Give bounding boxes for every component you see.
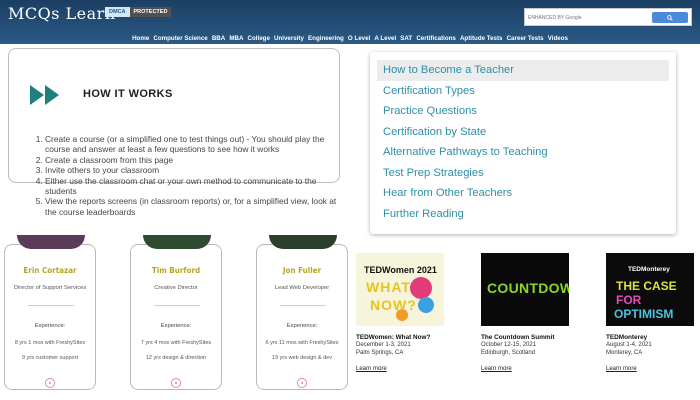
nav-university[interactable]: University [274,35,304,42]
nav-career-tests[interactable]: Career Tests [507,35,544,42]
fast-forward-icon [30,85,59,105]
nav-engineering[interactable]: Engineering [308,35,344,42]
protected-label: PROTECTED [129,7,172,17]
event-card: TEDWomen 2021 WHAT NOW? TEDWomen: What N… [356,253,446,375]
info-toggle[interactable] [45,378,55,388]
avatar [269,235,337,249]
team-role: Lead Web Developer [274,285,330,291]
teacher-menu: How to Become a Teacher Certification Ty… [370,52,676,234]
info-toggle[interactable] [297,378,307,388]
decoration [418,297,434,313]
menu-item-certification-by-state[interactable]: Certification by State [377,122,669,143]
experience-line: 19 yrs web design & dev [272,355,332,361]
learn-more-link[interactable]: Learn more [606,366,637,372]
event-title: The Countdown Summit [481,334,555,341]
event-card: COUNTDOWN The Countdown Summit October 1… [481,253,571,375]
event-image[interactable]: COUNTDOWN [481,253,569,326]
experience-line: 7 yrs 4 mos with FreshySites [140,340,212,346]
event-location: Palm Springs, CA [356,350,404,356]
nav-home[interactable]: Home [132,35,149,42]
learn-more-link[interactable]: Learn more [356,366,387,372]
nav-mba[interactable]: MBA [229,35,243,42]
event-dates: December 1-3, 2021 [356,342,411,348]
experience-line: 12 yrs design & direction [145,355,207,361]
step-item: Invite others to your classroom [45,165,350,175]
event-image-text: OPTIMISM [614,307,674,321]
nav-bba[interactable]: BBA [212,35,225,42]
team-role: Director of Support Services [13,285,87,291]
avatar [143,235,211,249]
nav-computer-science[interactable]: Computer Science [153,35,207,42]
menu-item-become-teacher[interactable]: How to Become a Teacher [377,60,669,81]
event-location: Monterey, CA [606,350,643,356]
divider [280,305,326,306]
avatar [17,235,85,249]
experience-line: 8 yrs 1 mos with FreshySites [14,340,86,346]
menu-item-alternative-pathways[interactable]: Alternative Pathways to Teaching [377,142,669,163]
search-box [524,8,692,26]
team-name: Erin Cortazar [23,266,77,275]
experience-label: Experience: [286,323,318,329]
dmca-badge[interactable]: DMCA PROTECTED [105,7,172,17]
step-item: Either use the classroom chat or your ow… [45,176,350,197]
event-image-text: NOW? [370,297,417,313]
nav-aptitude-tests[interactable]: Aptitude Tests [460,35,503,42]
menu-item-certification-types[interactable]: Certification Types [377,81,669,102]
info-toggle[interactable] [171,378,181,388]
menu-item-hear-teachers[interactable]: Hear from Other Teachers [377,183,669,204]
divider [28,305,74,306]
nav-college[interactable]: College [248,35,270,42]
team-card: Jon Fuller Lead Web Developer Experience… [256,235,348,390]
team-name: Jon Fuller [282,266,322,275]
dmca-label: DMCA [105,7,130,17]
site-logo[interactable]: MCQs Learn [8,4,116,23]
menu-item-test-prep[interactable]: Test Prep Strategies [377,163,669,184]
step-item: Create a course (or a simplified one to … [45,134,350,155]
team-card: Tim Burford Creative Director Experience… [130,235,222,390]
learn-more-link[interactable]: Learn more [481,366,512,372]
how-it-works-title: HOW IT WORKS [83,88,173,100]
event-image-brand: TEDWomen 2021 [364,265,437,275]
event-image-brand: TEDMonterey [628,266,670,273]
event-image[interactable]: TEDWomen 2021 WHAT NOW? [356,253,444,326]
main-nav: Home Computer Science BBA MBA College Un… [0,33,700,44]
event-image[interactable]: TEDMonterey THE CASE FOR OPTIMISM [606,253,694,326]
nav-o-level[interactable]: O Level [348,35,370,42]
step-item: Create a classroom from this page [45,155,350,165]
nav-videos[interactable]: Videos [548,35,568,42]
search-input[interactable] [528,12,648,24]
nav-certifications[interactable]: Certifications [416,35,456,42]
menu-item-practice-questions[interactable]: Practice Questions [377,101,669,122]
event-dates: October 12-15, 2021 [481,342,537,348]
menu-item-further-reading[interactable]: Further Reading [377,204,669,225]
experience-label: Experience: [34,323,66,329]
event-location: Edinburgh, Scotland [481,350,536,356]
event-title: TEDWomen: What Now? [356,334,431,341]
team-card: Erin Cortazar Director of Support Servic… [4,235,96,390]
experience-line: 9 yrs customer support [22,355,78,361]
event-image-text: WHAT [366,279,411,295]
step-item: View the reports screens (in classroom r… [45,196,350,217]
how-it-works-steps: Create a course (or a simplified one to … [32,134,350,217]
experience-line: 6 yrs 11 mos with FreshySites [265,340,339,346]
event-image-text: COUNTDOWN [487,280,569,296]
event-title: TEDMonterey [606,334,648,341]
divider [154,305,200,306]
nav-a-level[interactable]: A Level [374,35,396,42]
team-name: Tim Burford [151,266,201,275]
event-image-text: THE CASE [616,279,677,293]
team-role: Creative Director [154,285,198,291]
nav-sat[interactable]: SAT [400,35,412,42]
decoration [410,277,432,299]
event-dates: August 1-4, 2021 [606,342,652,348]
event-image-text: FOR [616,293,642,307]
experience-label: Experience: [160,323,192,329]
site-header: MCQs Learn DMCA PROTECTED Home Computer … [0,0,700,44]
search-icon [667,14,673,21]
event-card: TEDMonterey THE CASE FOR OPTIMISM TEDMon… [606,253,696,375]
search-button[interactable] [652,12,688,23]
